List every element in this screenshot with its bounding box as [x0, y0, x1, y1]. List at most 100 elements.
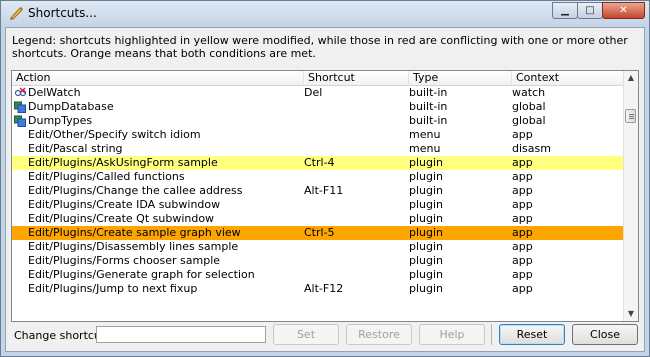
header-action[interactable]: Action: [12, 71, 304, 85]
cell-context: app: [512, 128, 533, 141]
cell-action: Edit/Plugins/Create IDA subwindow: [28, 198, 221, 211]
grip-line: [629, 118, 634, 119]
cell-type: built-in: [409, 86, 448, 99]
cell-context: app: [512, 156, 533, 169]
cell-type: plugin: [409, 282, 444, 295]
vertical-scrollbar[interactable]: ▲ ▼: [623, 71, 638, 321]
cell-type: plugin: [409, 156, 444, 169]
delwatch-icon: [14, 87, 27, 99]
close-window-button[interactable]: ✕: [602, 2, 645, 19]
table-row[interactable]: Edit/Other/Specify switch idiom menu app: [12, 128, 625, 142]
cell-context: watch: [512, 86, 546, 99]
table-row[interactable]: Edit/Plugins/Create sample graph view Ctr…: [12, 226, 625, 240]
cell-context: app: [512, 282, 533, 295]
cell-type: built-in: [409, 114, 448, 127]
cell-shortcut: Ctrl-4: [304, 156, 335, 169]
header-shortcut[interactable]: Shortcut: [304, 71, 409, 85]
cell-context: app: [512, 254, 533, 267]
table-row[interactable]: Edit/Plugins/Create IDA subwindow plugin a…: [12, 198, 625, 212]
table-row[interactable]: Edit/Plugins/Jump to next fixup Alt-F12 pl…: [12, 282, 625, 296]
cell-action: Edit/Plugins/Change the callee address: [28, 184, 243, 197]
cell-action: Edit/Plugins/Called functions: [28, 170, 185, 183]
grip-line: [629, 116, 634, 117]
database-icon: [14, 101, 26, 113]
table-row[interactable]: Edit/Plugins/Disassembly lines sample plu…: [12, 240, 625, 254]
database-icon: [14, 115, 26, 127]
table-row[interactable]: Edit/Plugins/AskUsingForm sample Ctrl-4 pl…: [12, 156, 625, 170]
cell-context: app: [512, 184, 533, 197]
header-context[interactable]: Context: [512, 71, 625, 85]
shortcut-list[interactable]: Action Shortcut Type Context DelWatch Del…: [11, 70, 639, 322]
cell-type: menu: [409, 128, 441, 141]
cell-type: plugin: [409, 240, 444, 253]
app-pen-icon: [10, 7, 23, 20]
cell-type: plugin: [409, 198, 444, 211]
legend-text: Legend: shortcuts highlighted in yellow …: [12, 34, 628, 60]
scroll-up-arrow-icon[interactable]: ▲: [624, 71, 638, 85]
cell-action: Edit/Plugins/Jump to next fixup: [28, 282, 198, 295]
cell-action: Edit/Plugins/Generate graph for selectio…: [28, 268, 255, 281]
table-row[interactable]: Edit/Pascal string menu disasm: [12, 142, 625, 156]
cell-action: Edit/Other/Specify switch idiom: [28, 128, 201, 141]
set-button[interactable]: Set: [273, 324, 339, 345]
cell-type: plugin: [409, 254, 444, 267]
cell-context: app: [512, 170, 533, 183]
cell-action: DumpDatabase: [28, 100, 114, 113]
cell-action: Edit/Plugins/Create Qt subwindow: [28, 212, 215, 225]
cell-context: app: [512, 240, 533, 253]
table-row[interactable]: Edit/Plugins/Called functions plugin app: [12, 170, 625, 184]
table-row[interactable]: Edit/Plugins/Generate graph for selectio…: [12, 268, 625, 282]
cell-context: app: [512, 198, 533, 211]
change-shortcut-input[interactable]: [96, 326, 266, 343]
table-row[interactable]: DumpTypes built-in global: [12, 114, 625, 128]
cell-type: plugin: [409, 226, 444, 239]
maximize-button[interactable]: □: [577, 2, 603, 19]
cell-action: Edit/Plugins/AskUsingForm sample: [28, 156, 218, 169]
table-row[interactable]: Edit/Plugins/Forms chooser sample plugin a…: [12, 254, 625, 268]
table-row[interactable]: DumpDatabase built-in global: [12, 100, 625, 114]
cell-shortcut: Del: [304, 86, 323, 99]
cell-shortcut: Alt-F11: [304, 184, 344, 197]
column-headers: Action Shortcut Type Context: [12, 71, 625, 86]
rows-container: DelWatch Del built-in watch DumpDatabase buil…: [12, 86, 625, 296]
cell-context: global: [512, 100, 546, 113]
change-shortcut-label: Change shortcut:: [14, 329, 109, 342]
minimize-button[interactable]: ▁: [552, 2, 578, 19]
cell-type: plugin: [409, 268, 444, 281]
cell-type: plugin: [409, 170, 444, 183]
cell-context: app: [512, 212, 533, 225]
cell-shortcut: Ctrl-5: [304, 226, 335, 239]
cell-type: menu: [409, 142, 441, 155]
cell-context: disasm: [512, 142, 551, 155]
cell-type: built-in: [409, 100, 448, 113]
cell-type: plugin: [409, 184, 444, 197]
cell-action: Edit/Plugins/Create sample graph view: [28, 226, 241, 239]
cell-action: DumpTypes: [28, 114, 93, 127]
dialog-client: Legend: shortcuts highlighted in yellow …: [5, 27, 645, 352]
help-button[interactable]: Help: [419, 324, 485, 345]
cell-context: global: [512, 114, 546, 127]
restore-button[interactable]: Restore: [346, 324, 412, 345]
scroll-down-arrow-icon[interactable]: ▼: [624, 307, 638, 321]
cell-action: Edit/Pascal string: [28, 142, 123, 155]
header-type[interactable]: Type: [409, 71, 512, 85]
scroll-thumb[interactable]: [625, 109, 636, 123]
cell-context: app: [512, 226, 533, 239]
cell-action: DelWatch: [28, 86, 81, 99]
title-bar[interactable]: Shortcuts... ▁ □ ✕: [1, 1, 649, 27]
cell-type: plugin: [409, 212, 444, 225]
table-row[interactable]: Edit/Plugins/Change the callee address Al…: [12, 184, 625, 198]
reset-button[interactable]: Reset: [499, 324, 565, 345]
window-title: Shortcuts...: [28, 6, 97, 20]
cell-context: app: [512, 268, 533, 281]
close-button[interactable]: Close: [572, 324, 638, 345]
table-row[interactable]: DelWatch Del built-in watch: [12, 86, 625, 100]
window-controls: ▁ □ ✕: [552, 2, 645, 20]
shortcuts-window: Shortcuts... ▁ □ ✕ Legend: shortcuts hig…: [0, 0, 650, 357]
table-row[interactable]: Edit/Plugins/Create Qt subwindow plugin ap…: [12, 212, 625, 226]
cell-action: Edit/Plugins/Disassembly lines sample: [28, 240, 239, 253]
cell-shortcut: Alt-F12: [304, 282, 344, 295]
cell-action: Edit/Plugins/Forms chooser sample: [28, 254, 221, 267]
button-separator: [491, 324, 492, 345]
grip-line: [629, 114, 634, 115]
